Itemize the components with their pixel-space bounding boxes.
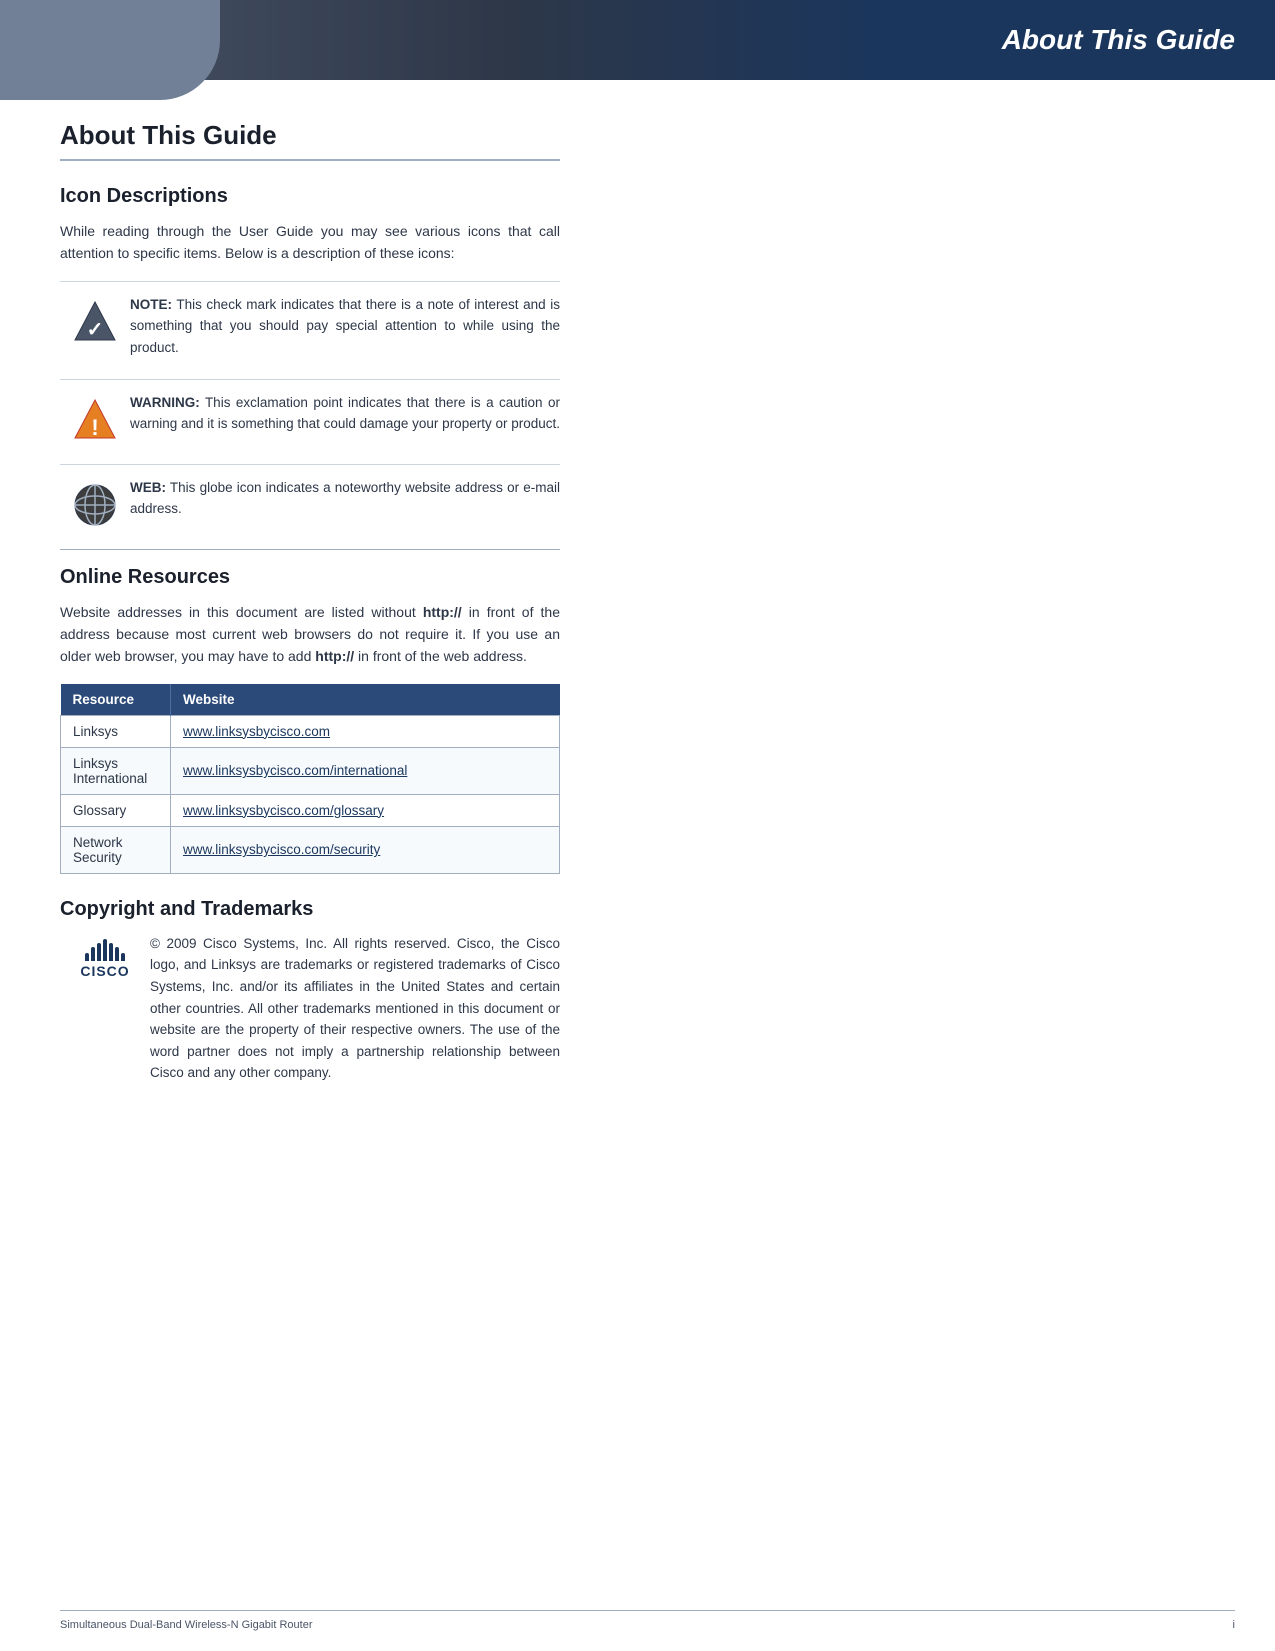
note-text: This check mark indicates that there is … [130, 297, 560, 355]
resource-url-glossary: www.linksysbycisco.com/glossary [171, 794, 560, 826]
section-divider-1 [60, 549, 560, 550]
note-icon-area: ✓ [60, 294, 130, 346]
web-icon-block: WEB: This globe icon indicates a notewor… [60, 464, 560, 529]
resource-name-glossary: Glossary [61, 794, 171, 826]
note-icon-block: ✓ NOTE: This check mark indicates that t… [60, 281, 560, 359]
resource-name-security: Network Security [61, 826, 171, 873]
header-bar: About This Guide [0, 0, 1275, 80]
sidebar-accent [0, 0, 220, 100]
http-text: http:// [423, 604, 462, 620]
table-row: Glossary www.linksysbycisco.com/glossary [61, 794, 560, 826]
footer-product-name: Simultaneous Dual-Band Wireless-N Gigabi… [60, 1619, 313, 1631]
copyright-text: © 2009 Cisco Systems, Inc. All rights re… [150, 933, 560, 1084]
resource-url-linksys: www.linksysbycisco.com [171, 715, 560, 747]
warning-icon-area: ! [60, 392, 130, 444]
page-title: About This Guide [60, 120, 560, 161]
web-text: This globe icon indicates a noteworthy w… [130, 480, 560, 517]
web-icon [71, 481, 119, 529]
web-icon-area [60, 477, 130, 529]
cisco-bar-4 [103, 939, 107, 961]
international-url[interactable]: www.linksysbycisco.com/international [183, 763, 407, 778]
cisco-bar-6 [115, 947, 119, 961]
table-header-resource: Resource [61, 684, 171, 716]
warning-icon: ! [71, 396, 119, 444]
cisco-bar-5 [109, 943, 113, 961]
footer: Simultaneous Dual-Band Wireless-N Gigabi… [60, 1610, 1235, 1631]
copyright-title: Copyright and Trademarks [60, 898, 560, 921]
resource-url-security: www.linksysbycisco.com/security [171, 826, 560, 873]
glossary-url[interactable]: www.linksysbycisco.com/glossary [183, 803, 384, 818]
cisco-bars [85, 939, 125, 961]
note-description: NOTE: This check mark indicates that the… [130, 294, 560, 359]
copyright-block: CISCO © 2009 Cisco Systems, Inc. All rig… [60, 933, 560, 1084]
web-label: WEB: [130, 480, 166, 495]
http2-text: http:// [315, 648, 354, 664]
svg-text:!: ! [91, 415, 98, 440]
resource-name-linksys: Linksys [61, 715, 171, 747]
online-resources-intro: Website addresses in this document are l… [60, 601, 560, 668]
main-content: About This Guide Icon Descriptions While… [60, 100, 560, 1104]
table-row: Linksys International www.linksysbycisco… [61, 747, 560, 794]
web-description: WEB: This globe icon indicates a notewor… [130, 477, 560, 520]
cisco-bar-7 [121, 953, 125, 961]
note-label: NOTE: [130, 297, 172, 312]
cisco-bar-2 [91, 947, 95, 961]
cisco-text: CISCO [80, 963, 129, 979]
warning-label: WARNING: [130, 395, 200, 410]
security-url[interactable]: www.linksysbycisco.com/security [183, 842, 380, 857]
warning-icon-block: ! WARNING: This exclamation point indica… [60, 379, 560, 444]
table-row: Linksys www.linksysbycisco.com [61, 715, 560, 747]
resources-table: Resource Website Linksys www.linksysbyci… [60, 684, 560, 874]
online-intro-part1: Website addresses in this document are l… [60, 604, 423, 620]
cisco-bar-1 [85, 953, 89, 961]
table-row: Network Security www.linksysbycisco.com/… [61, 826, 560, 873]
table-header-website: Website [171, 684, 560, 716]
cisco-bar-3 [97, 943, 101, 961]
online-resources-title: Online Resources [60, 566, 560, 589]
cisco-logo-area: CISCO [60, 933, 150, 979]
cisco-logo: CISCO [80, 939, 129, 979]
linksys-url[interactable]: www.linksysbycisco.com [183, 724, 330, 739]
online-intro-part3: in front of the web address. [354, 648, 527, 664]
header-title: About This Guide [1002, 24, 1275, 56]
resource-name-international: Linksys International [61, 747, 171, 794]
note-icon: ✓ [71, 298, 119, 346]
icon-descriptions-intro: While reading through the User Guide you… [60, 220, 560, 265]
resource-url-international: www.linksysbycisco.com/international [171, 747, 560, 794]
icon-descriptions-title: Icon Descriptions [60, 185, 560, 208]
svg-text:✓: ✓ [87, 319, 104, 341]
warning-description: WARNING: This exclamation point indicate… [130, 392, 560, 435]
footer-page-number: i [1233, 1619, 1235, 1631]
